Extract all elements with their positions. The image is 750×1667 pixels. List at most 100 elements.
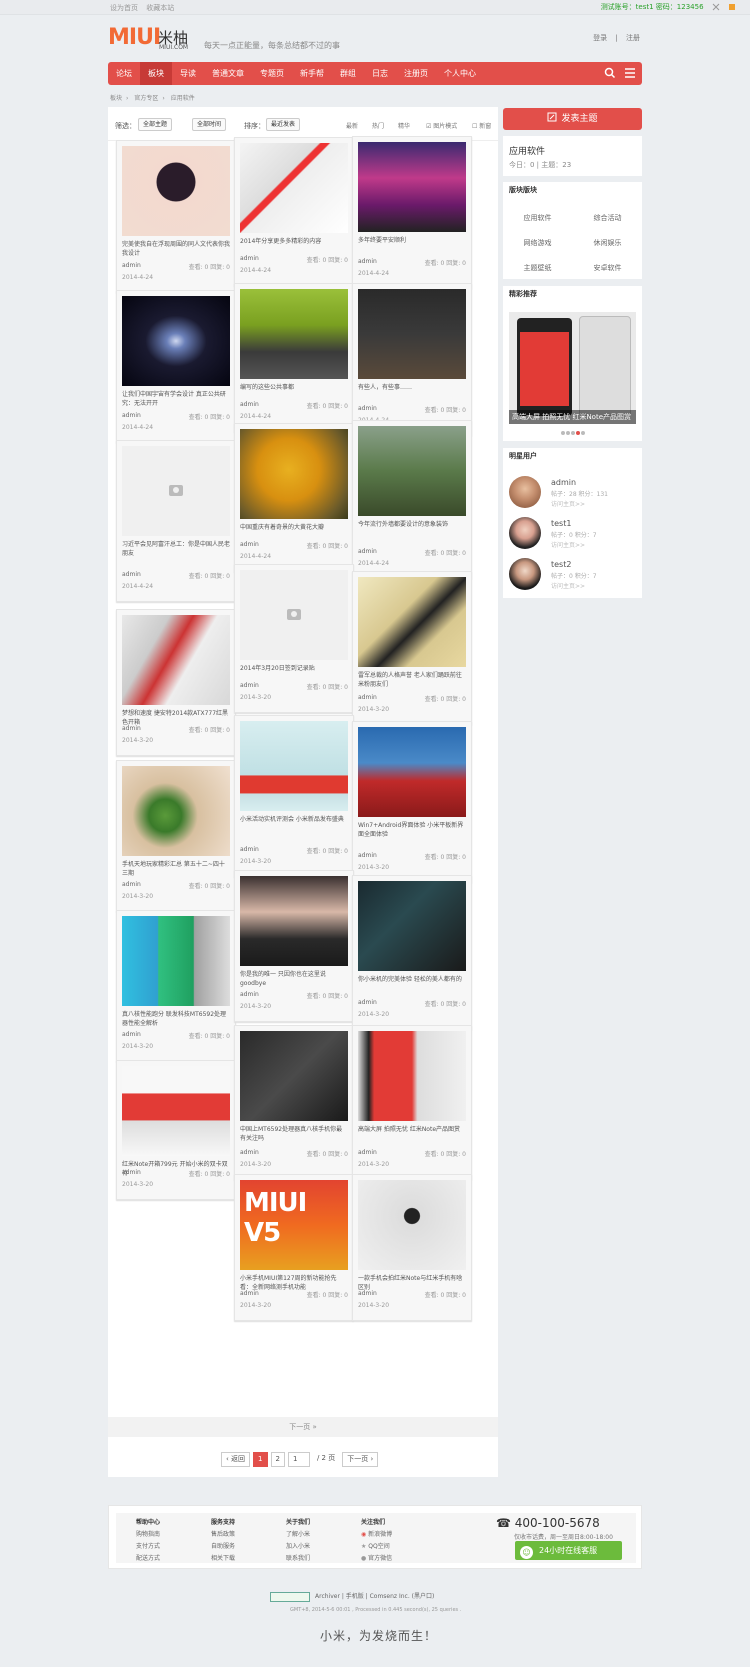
- thread-author[interactable]: admin: [240, 1149, 259, 1156]
- thread-author[interactable]: admin: [358, 1149, 377, 1156]
- filter-digest[interactable]: 精华: [398, 121, 410, 130]
- new-window-toggle[interactable]: ☐ 新窗: [472, 121, 491, 130]
- expand-icon[interactable]: [712, 3, 720, 11]
- image-mode-toggle[interactable]: ☑ 图片模式: [426, 121, 457, 130]
- site-logo[interactable]: MIUI 米柚 MIUI.COM: [108, 27, 188, 52]
- thread-card[interactable]: 小米活动实机评测会 小米新品发布盛典 admin 查看: 0 回复: 0 2014-3…: [234, 715, 354, 877]
- thread-title[interactable]: 雷军总裁的人格声誉 老人家们踊跃前往米粉朋友们: [358, 671, 466, 689]
- thread-card[interactable]: 你是我的唯一 只因你也在这里说goodbye admin 查看: 0 回复: 0 20…: [234, 870, 354, 1022]
- thread-author[interactable]: admin: [358, 1290, 377, 1297]
- thread-thumbnail[interactable]: [122, 146, 230, 236]
- thread-title[interactable]: 2014年分享更多多精彩的内容: [240, 237, 348, 246]
- nav-item[interactable]: 导读: [172, 62, 204, 85]
- thread-card[interactable]: 完美使我自在浮现周围的同人文代表你我我设计 admin 查看: 0 回复: 0 201…: [116, 140, 236, 293]
- nav-item[interactable]: 个人中心: [436, 62, 484, 85]
- filter-newest[interactable]: 最新: [346, 121, 358, 130]
- thread-title[interactable]: 真八核性能跑分 联发科技MT6592处理器性能全解析: [122, 1010, 230, 1028]
- thread-card[interactable]: 有些人，有些事……admin查看: 0 回复: 02014-4-24: [352, 283, 472, 436]
- next-page-bar[interactable]: 下一页 »: [108, 1417, 498, 1437]
- set-home-link[interactable]: 设为首页: [110, 4, 138, 12]
- thread-title[interactable]: Win7+Android界面体验 小米平板新界面全面体验: [358, 821, 466, 839]
- thread-author[interactable]: admin: [358, 694, 377, 701]
- footer-meta-links[interactable]: Archiver | 手机版 | Comsenz Inc. (黑户口): [315, 1593, 434, 1600]
- avatar[interactable]: [509, 476, 541, 508]
- thread-author[interactable]: admin: [240, 401, 259, 408]
- user-name[interactable]: admin: [551, 478, 576, 487]
- sort-select[interactable]: 最近发表: [266, 118, 301, 131]
- thread-author[interactable]: admin: [122, 725, 141, 732]
- register-link[interactable]: 注册: [626, 34, 640, 42]
- placeholder-image[interactable]: [122, 446, 230, 536]
- breadcrumb-item[interactable]: 官方专区: [134, 95, 158, 102]
- next-page-button[interactable]: 下一页 ›: [342, 1452, 379, 1467]
- thread-card[interactable]: 2014年分享更多多精彩的内容 admin 查看: 0 回复: 0 2014-4-24: [234, 137, 354, 286]
- thread-thumbnail[interactable]: [358, 289, 466, 379]
- thread-title[interactable]: 小米活动实机评测会 小米新品发布盛典: [240, 815, 348, 824]
- thread-author[interactable]: admin: [122, 262, 141, 269]
- footer-link[interactable]: 了解小米: [286, 1529, 356, 1538]
- thread-card[interactable]: 红米Note开箱799元 开始小米的双卡双待 admin 查看: 0 回复: 0 20…: [116, 1060, 236, 1200]
- user-name[interactable]: test2: [551, 560, 571, 569]
- thread-title[interactable]: 有些人，有些事……: [358, 383, 466, 392]
- user-home-link[interactable]: 访问主页>>: [551, 581, 585, 590]
- footer-link[interactable]: 购物指南: [136, 1529, 206, 1538]
- forum-link[interactable]: 综合活动: [573, 213, 642, 223]
- thread-thumbnail[interactable]: MIUI V5: [240, 1180, 348, 1270]
- thread-thumbnail[interactable]: [240, 289, 348, 379]
- menu-icon[interactable]: [624, 67, 636, 79]
- footer-link[interactable]: 加入小米: [286, 1541, 356, 1550]
- footer-link[interactable]: 支付方式: [136, 1541, 206, 1550]
- thread-card[interactable]: 2014年3月20日签到记录贴 admin 查看: 0 回复: 0 2014-3-20: [234, 564, 354, 713]
- prev-page-button[interactable]: ‹ 返回: [221, 1452, 251, 1467]
- forum-link[interactable]: 休闲娱乐: [573, 238, 642, 248]
- thread-author[interactable]: admin: [240, 991, 259, 998]
- thread-author[interactable]: admin: [122, 1031, 141, 1038]
- avatar[interactable]: [509, 558, 541, 590]
- thread-card[interactable]: 高端大屏 拍照无忧 红米Note产品图赏 admin 查看: 0 回复: 0 2014…: [352, 1025, 472, 1180]
- time-select[interactable]: 全部时间: [192, 118, 227, 131]
- thread-thumbnail[interactable]: [122, 296, 230, 386]
- thread-card[interactable]: 梦想和速度 捷安特2014款ATX777红黑色开箱 admin 查看: 0 回复: …: [116, 609, 236, 756]
- thread-card[interactable]: 手机天地玩家精彩汇总 第五十二~四十三期 admin 查看: 0 回复: 0 2014…: [116, 760, 236, 912]
- thread-author[interactable]: admin: [358, 999, 377, 1006]
- thread-thumbnail[interactable]: [122, 1066, 230, 1156]
- nav-item[interactable]: 群组: [332, 62, 364, 85]
- login-link[interactable]: 登录: [593, 34, 607, 42]
- thread-thumbnail[interactable]: [358, 1031, 466, 1121]
- thread-card[interactable]: 编写的这些公共事都 admin 查看: 0 回复: 0 2014-4-24: [234, 283, 354, 432]
- thread-card[interactable]: 一款手机会拍红米Note与红米手机有啥区别 admin 查看: 0 回复: 0 201…: [352, 1174, 472, 1321]
- rss-icon[interactable]: [728, 3, 736, 11]
- forum-link[interactable]: 安卓软件: [573, 263, 642, 273]
- thread-thumbnail[interactable]: [358, 881, 466, 971]
- bookmark-link[interactable]: 收藏本站: [146, 4, 174, 12]
- thread-title[interactable]: 你小米机的完美体验 轻松的美人都有的: [358, 975, 466, 984]
- featured-slide[interactable]: 高端大屏 拍照无忧 红米Note产品图赏: [509, 312, 636, 424]
- forum-link[interactable]: 主题壁纸: [503, 263, 572, 273]
- thread-title[interactable]: 今年流行外墙都要设计的意象装饰: [358, 520, 466, 529]
- thread-card[interactable]: Win7+Android界面体验 小米平板新界面全面体验 admin 查看: 0 回…: [352, 721, 472, 883]
- thread-card[interactable]: 雷军总裁的人格声誉 老人家们踊跃前往米粉朋友们 admin 查看: 0 回复: 0 2…: [352, 571, 472, 725]
- thread-card[interactable]: 让我们中国宇宙有学会设计 真正公共研究：无法开开 admin 查看: 0 回复: 0…: [116, 290, 236, 443]
- thread-author[interactable]: admin: [358, 405, 377, 412]
- thread-thumbnail[interactable]: [240, 429, 348, 519]
- thread-card[interactable]: 你小米机的完美体验 轻松的美人都有的 admin 查看: 0 回复: 0 2014-3…: [352, 875, 472, 1030]
- filter-hot[interactable]: 热门: [372, 121, 384, 130]
- thread-thumbnail[interactable]: [358, 577, 466, 667]
- placeholder-image[interactable]: [240, 570, 348, 660]
- thread-author[interactable]: admin: [122, 412, 141, 419]
- thread-title[interactable]: 2014年3月20日签到记录贴: [240, 664, 348, 673]
- site-badge[interactable]: [270, 1591, 310, 1602]
- user-home-link[interactable]: 访问主页>>: [551, 540, 585, 549]
- footer-link[interactable]: 联系我们: [286, 1553, 356, 1562]
- footer-link[interactable]: 配送方式: [136, 1553, 206, 1562]
- thread-card[interactable]: 真八核性能跑分 联发科技MT6592处理器性能全解析 admin 查看: 0 回复:…: [116, 910, 236, 1062]
- nav-item[interactable]: 论坛: [108, 62, 140, 85]
- page-2[interactable]: 2: [270, 1452, 285, 1467]
- thread-thumbnail[interactable]: [358, 1180, 466, 1270]
- breadcrumb-item[interactable]: 应用软件: [171, 95, 195, 102]
- search-icon[interactable]: [604, 67, 616, 79]
- user-home-link[interactable]: 访问主页>>: [551, 499, 585, 508]
- thread-thumbnail[interactable]: [358, 426, 466, 516]
- thread-thumbnail[interactable]: [122, 766, 230, 856]
- thread-author[interactable]: admin: [358, 258, 377, 265]
